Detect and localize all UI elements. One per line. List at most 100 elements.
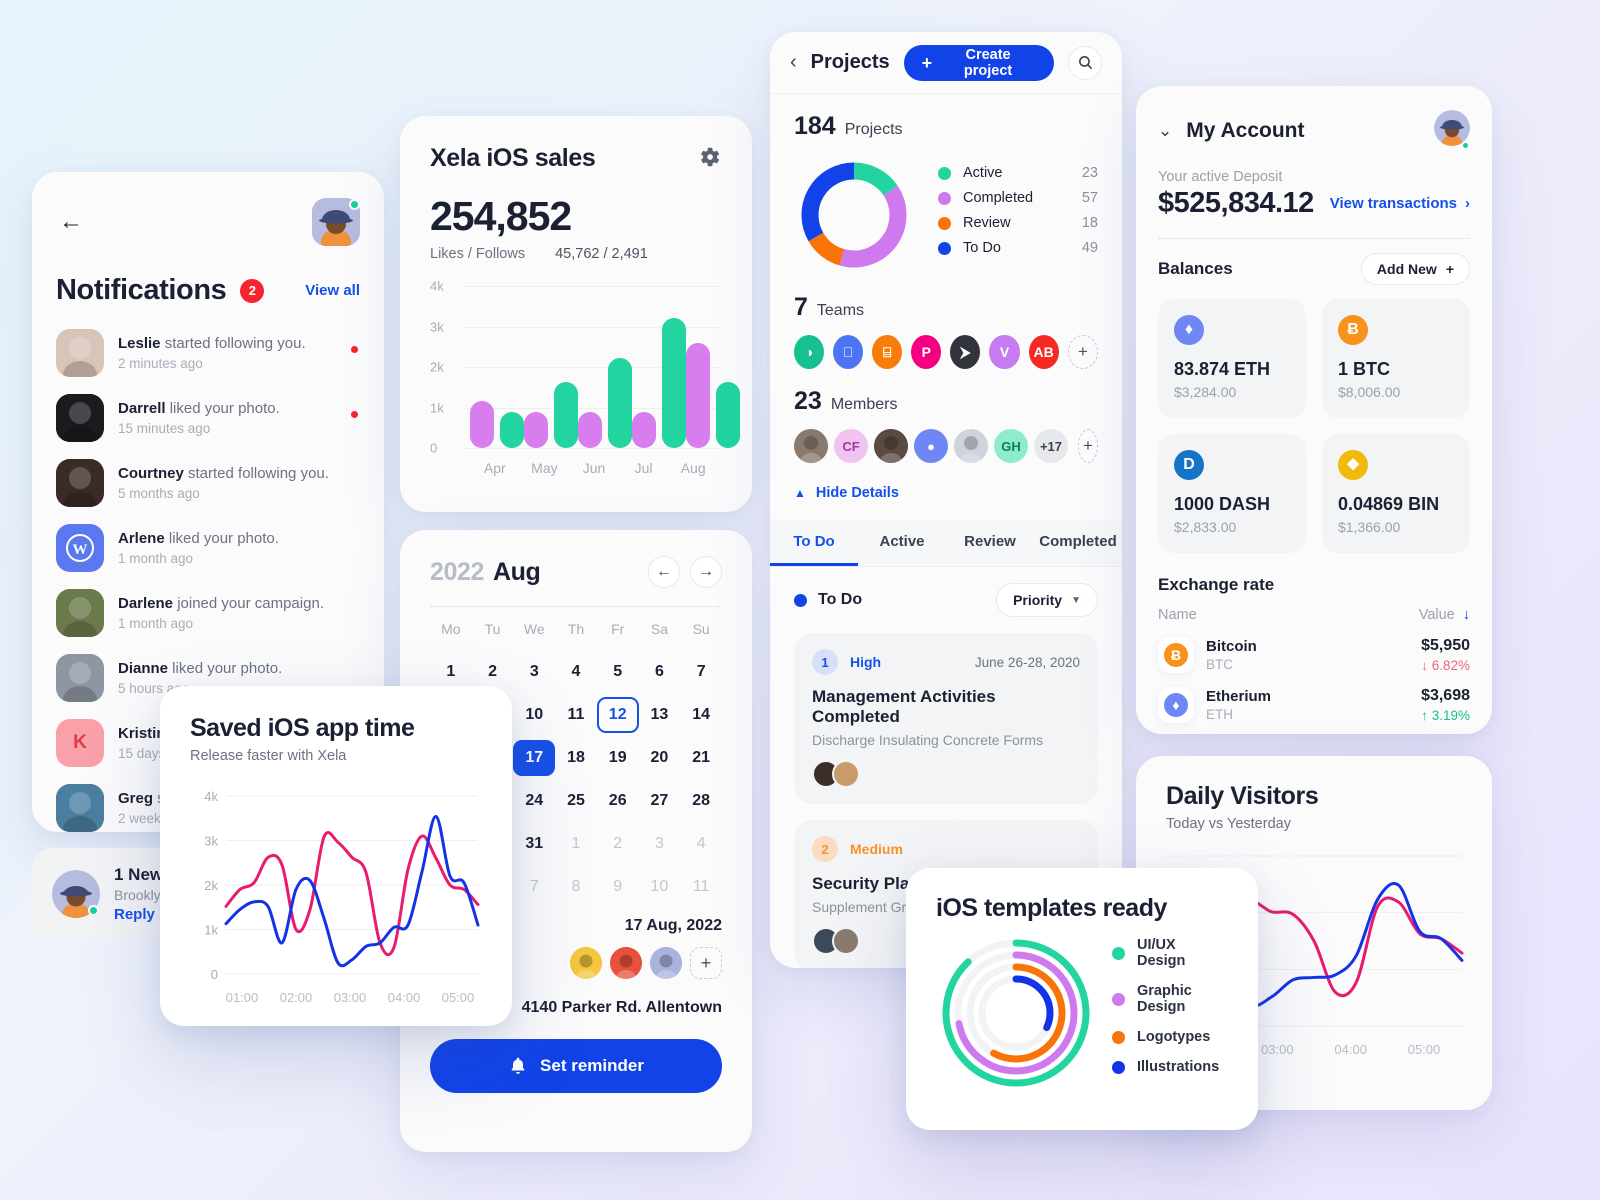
android-icon[interactable]: ◑ xyxy=(794,335,825,369)
calendar-day[interactable]: 3 xyxy=(513,654,555,690)
attendee-avatar[interactable] xyxy=(570,947,602,979)
table-row[interactable]: ♦ Etherium ETH $3,698 ↑ 3.19% xyxy=(1158,687,1470,723)
calendar-day[interactable]: 24 xyxy=(513,783,555,819)
y-axis-tick: 1k xyxy=(430,400,444,415)
calendar-day[interactable]: 26 xyxy=(597,783,639,819)
view-all-link[interactable]: View all xyxy=(305,282,360,299)
tab-review[interactable]: Review xyxy=(946,519,1034,566)
member-avatar[interactable] xyxy=(954,429,988,463)
avatar[interactable] xyxy=(1434,110,1470,153)
calendar-day[interactable]: 19 xyxy=(597,740,639,776)
task-card[interactable]: 1 High June 26-28, 2020 Management Activiti… xyxy=(794,633,1098,804)
member-avatar[interactable] xyxy=(874,429,908,463)
search-icon[interactable] xyxy=(1068,45,1102,80)
gear-icon[interactable] xyxy=(696,144,722,170)
pinterest-icon[interactable]: P xyxy=(911,335,942,369)
arrow-right-icon[interactable]: → xyxy=(690,556,722,588)
member-avatar[interactable] xyxy=(794,429,828,463)
calendar-day[interactable]: 25 xyxy=(555,783,597,819)
members-count-row: 23 Members xyxy=(794,387,1098,416)
chevron-left-icon[interactable]: ‹ xyxy=(790,51,797,74)
calendar-day[interactable]: 3 xyxy=(639,826,681,862)
list-item[interactable]: Darrell liked your photo. 15 minutes ago xyxy=(56,394,360,442)
balance-card[interactable]: D 1000 DASH $2,833.00 xyxy=(1158,434,1306,553)
hide-details-toggle[interactable]: ▲ Hide Details xyxy=(794,485,1098,501)
calendar-day[interactable]: 1 xyxy=(430,654,472,690)
calendar-day[interactable]: 6 xyxy=(639,654,681,690)
arrow-left-icon[interactable]: ← xyxy=(648,556,680,588)
chevron-down-icon[interactable]: ⌄ xyxy=(1158,121,1172,141)
member-avatar[interactable]: CF xyxy=(834,429,868,463)
calendar-day[interactable]: 21 xyxy=(680,740,722,776)
task-priority: Medium xyxy=(850,841,903,857)
add-team-button[interactable]: + xyxy=(1067,335,1098,369)
add-member-button[interactable]: + xyxy=(1078,429,1098,463)
calendar-day[interactable]: 27 xyxy=(639,783,681,819)
tab-to-do[interactable]: To Do xyxy=(770,519,858,566)
list-item[interactable]: Darlene joined your campaign. 1 month ago xyxy=(56,589,360,637)
ab-icon[interactable]: AB xyxy=(1028,335,1059,369)
calendar-day[interactable]: 4 xyxy=(555,654,597,690)
notification-text-block: Leslie started following you. 2 minutes a… xyxy=(118,335,306,372)
member-avatar[interactable]: +17 xyxy=(1034,429,1068,463)
rate-name-block: Etherium ETH xyxy=(1206,688,1271,722)
member-avatar[interactable]: GH xyxy=(994,429,1028,463)
priority-filter[interactable]: Priority ▼ xyxy=(996,583,1098,617)
add-new-button[interactable]: Add New + xyxy=(1360,253,1470,285)
calendar-day[interactable]: 10 xyxy=(639,869,681,905)
calendar-day[interactable]: 7 xyxy=(680,654,722,690)
calendar-day[interactable]: 17 xyxy=(513,740,556,776)
calendar-day[interactable]: 13 xyxy=(639,697,681,733)
vue-icon[interactable]: V xyxy=(989,335,1020,369)
avatar xyxy=(56,459,104,507)
calendar-day[interactable]: 31 xyxy=(513,826,555,862)
calendar-day[interactable]: 11 xyxy=(555,697,597,733)
calendar-day[interactable]: 20 xyxy=(639,740,681,776)
view-transactions-link[interactable]: View transactions › xyxy=(1330,195,1470,212)
set-reminder-button[interactable]: Set reminder xyxy=(430,1039,722,1093)
create-project-button[interactable]: + Create project xyxy=(903,44,1054,81)
arrow-left-icon[interactable]: ← xyxy=(56,207,86,237)
list-item[interactable]: Leslie started following you. 2 minutes a… xyxy=(56,329,360,377)
y-axis-tick: 3k xyxy=(430,319,444,334)
balance-card[interactable]: ♦ 83.874 ETH $3,284.00 xyxy=(1158,299,1306,418)
legend-item: Graphic Design xyxy=(1112,983,1228,1015)
tab-active[interactable]: Active xyxy=(858,519,946,566)
framer-icon[interactable]: ⮞ xyxy=(950,335,981,369)
calendar-day[interactable]: 2 xyxy=(472,654,514,690)
calendar-day[interactable]: 1 xyxy=(555,826,597,862)
tab-completed[interactable]: Completed xyxy=(1034,519,1122,566)
balance-card[interactable]: ❖ 0.04869 BIN $1,366.00 xyxy=(1322,434,1470,553)
calendar-day[interactable]: 7 xyxy=(513,869,555,905)
list-item[interactable]: W Arlene liked your photo. 1 month ago xyxy=(56,524,360,572)
notification-time: 15 minutes ago xyxy=(118,421,211,437)
list-item[interactable]: Courtney started following you. 5 months … xyxy=(56,459,360,507)
avatar[interactable] xyxy=(312,198,360,255)
calendar-day[interactable]: 8 xyxy=(555,869,597,905)
calendar-day[interactable]: 18 xyxy=(555,740,597,776)
attendee-avatar[interactable] xyxy=(650,947,682,979)
calendar-day[interactable]: 10 xyxy=(513,697,555,733)
column-value-group[interactable]: Value ↓ xyxy=(1419,607,1470,623)
attendee-avatar[interactable] xyxy=(610,947,642,979)
apple-icon[interactable]:  xyxy=(833,335,864,369)
y-axis-tick: 2k xyxy=(430,359,444,375)
calendar-day[interactable]: 11 xyxy=(680,869,722,905)
balance-amount: 83.874 ETH xyxy=(1174,359,1271,379)
calendar-day[interactable]: 28 xyxy=(680,783,722,819)
calendar-day[interactable]: 12 xyxy=(596,697,639,733)
table-row[interactable]: Ƀ Bitcoin BTC $5,950 ↓ 6.82% xyxy=(1158,637,1470,673)
calendar-day[interactable]: 4 xyxy=(680,826,722,862)
calendar-day[interactable]: 2 xyxy=(597,826,639,862)
legend-item: Completed 57 xyxy=(938,190,1098,206)
member-avatar[interactable]: ● xyxy=(914,429,948,463)
divider xyxy=(1158,238,1470,239)
balance-card[interactable]: Ƀ 1 BTC $8,006.00 xyxy=(1322,299,1470,418)
calendar-day[interactable]: 14 xyxy=(680,697,722,733)
notification-text-block: Kristin 15 days xyxy=(118,725,166,762)
database-icon[interactable]: ⌸ xyxy=(872,335,903,369)
set-reminder-label: Set reminder xyxy=(540,1056,644,1075)
calendar-day[interactable]: 5 xyxy=(597,654,639,690)
calendar-day[interactable]: 9 xyxy=(597,869,639,905)
add-attendee-button[interactable]: + xyxy=(690,947,722,979)
